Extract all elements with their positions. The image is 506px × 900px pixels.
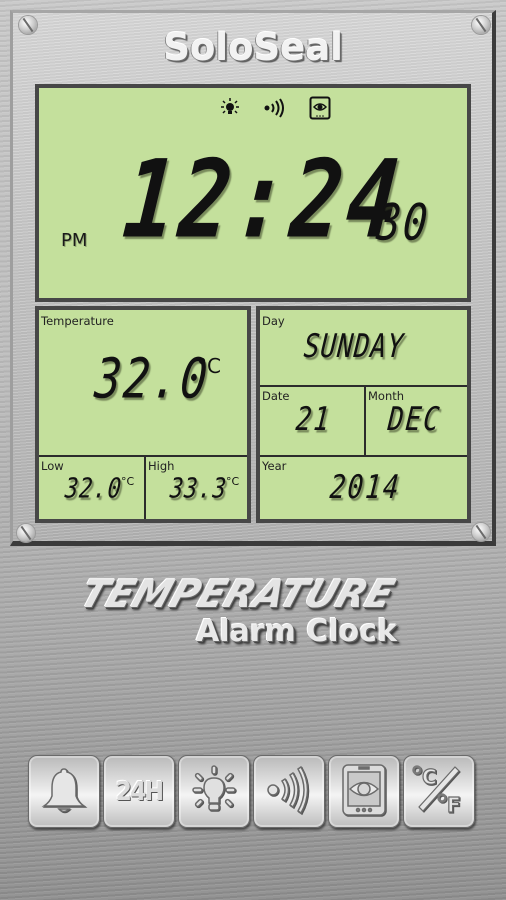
year-value: 2014 bbox=[328, 469, 403, 507]
month-cell: Month DEC bbox=[366, 387, 467, 455]
high-value: 33.3 bbox=[168, 473, 229, 506]
temperature-label: Temperature bbox=[41, 314, 114, 328]
seconds-display: 30 bbox=[374, 194, 432, 252]
logo-temperature: TEMPERATURE bbox=[74, 572, 400, 616]
screw-bottom-right bbox=[472, 523, 490, 541]
time-display: 12:24 bbox=[118, 137, 409, 263]
date-value: 21 bbox=[294, 401, 333, 439]
day-label: Day bbox=[262, 314, 285, 328]
svg-text:F: F bbox=[447, 793, 461, 817]
toolbar: 24H C F bbox=[28, 755, 475, 828]
date-label: Date bbox=[262, 389, 290, 403]
logo-alarm-clock: Alarm Clock bbox=[196, 614, 397, 649]
clock-display[interactable]: PM 12:24 30 bbox=[35, 84, 471, 302]
calendar-panel[interactable]: Day SUNDAY Date 21 Month DEC Year 2014 bbox=[256, 306, 471, 523]
year-cell: Year 2014 bbox=[260, 457, 467, 523]
sound-wave-icon bbox=[263, 98, 287, 118]
ampm-indicator: PM bbox=[61, 230, 88, 251]
low-temperature-cell: Low 32.0 °C bbox=[39, 457, 144, 523]
month-value: DEC bbox=[386, 401, 443, 439]
screen-eye-icon bbox=[338, 762, 390, 822]
sound-button[interactable] bbox=[253, 755, 325, 828]
low-label: Low bbox=[41, 459, 64, 473]
day-value: SUNDAY bbox=[302, 328, 406, 366]
svg-text:C: C bbox=[422, 765, 437, 789]
24h-format-button[interactable]: 24H bbox=[103, 755, 175, 828]
high-label: High bbox=[148, 459, 175, 473]
temperature-value: 32.0 bbox=[92, 347, 212, 412]
low-value: 32.0 bbox=[63, 473, 124, 506]
temperature-unit: °C bbox=[197, 354, 221, 378]
celsius-fahrenheit-button[interactable]: C F bbox=[403, 755, 475, 828]
date-cell: Date 21 bbox=[260, 387, 364, 455]
day-cell: Day SUNDAY bbox=[260, 310, 467, 385]
alarm-button[interactable] bbox=[28, 755, 100, 828]
screen-eye-icon bbox=[309, 96, 331, 120]
screen-always-on-button[interactable] bbox=[328, 755, 400, 828]
screw-bottom-left bbox=[17, 524, 35, 542]
high-unit: °C bbox=[226, 475, 240, 488]
year-label: Year bbox=[262, 459, 287, 473]
24h-label: 24H bbox=[115, 776, 165, 807]
brand-title: SoloSeal bbox=[163, 26, 343, 69]
celsius-fahrenheit-icon: C F bbox=[411, 762, 467, 822]
status-icons bbox=[219, 96, 331, 120]
low-unit: °C bbox=[121, 475, 135, 488]
high-temperature-cell: High 33.3 °C bbox=[146, 457, 247, 523]
light-bulb-icon bbox=[188, 764, 240, 820]
light-bulb-icon bbox=[219, 98, 241, 118]
light-button[interactable] bbox=[178, 755, 250, 828]
sound-wave-icon bbox=[263, 764, 315, 820]
temperature-panel[interactable]: Temperature 32.0 °C Low 32.0 °C High 33.… bbox=[35, 306, 251, 523]
bell-icon bbox=[38, 764, 90, 820]
